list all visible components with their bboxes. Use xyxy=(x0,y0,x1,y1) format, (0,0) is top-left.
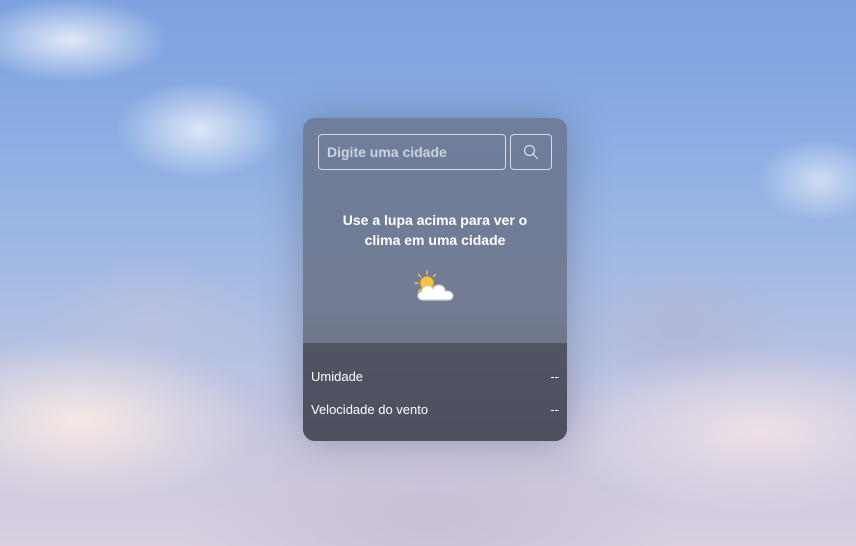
search-bar xyxy=(318,134,552,170)
partly-cloudy-icon xyxy=(414,270,454,301)
search-icon xyxy=(523,144,539,160)
weather-card: Use a lupa acima para ver o clima em uma… xyxy=(303,118,567,441)
wind-speed-label: Velocidade do vento xyxy=(311,402,429,417)
weather-details-panel: Umidade -- Velocidade do vento -- xyxy=(303,343,567,441)
wind-speed-row: Velocidade do vento -- xyxy=(311,400,559,420)
humidity-row: Umidade -- xyxy=(311,367,559,387)
instruction-line-2: clima em uma cidade xyxy=(364,232,506,248)
search-button[interactable] xyxy=(510,134,552,170)
city-search-input[interactable] xyxy=(318,134,506,170)
humidity-label: Umidade xyxy=(311,369,364,384)
humidity-value: -- xyxy=(550,369,559,384)
instruction-message: Use a lupa acima para ver o clima em uma… xyxy=(315,210,555,250)
wind-speed-value: -- xyxy=(550,402,559,417)
instruction-line-1: Use a lupa acima para ver o xyxy=(342,212,528,228)
